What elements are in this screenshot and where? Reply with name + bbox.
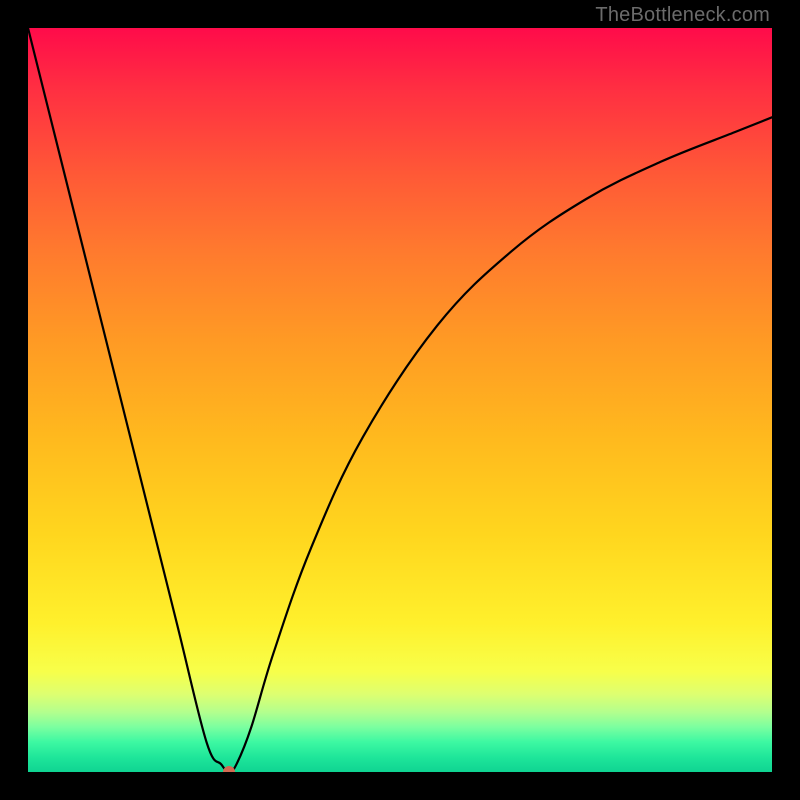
chart-frame: TheBottleneck.com xyxy=(0,0,800,800)
watermark-text: TheBottleneck.com xyxy=(595,4,770,27)
bottleneck-curve xyxy=(28,28,772,772)
plot-area xyxy=(28,28,772,772)
optimal-point-marker xyxy=(223,766,235,772)
